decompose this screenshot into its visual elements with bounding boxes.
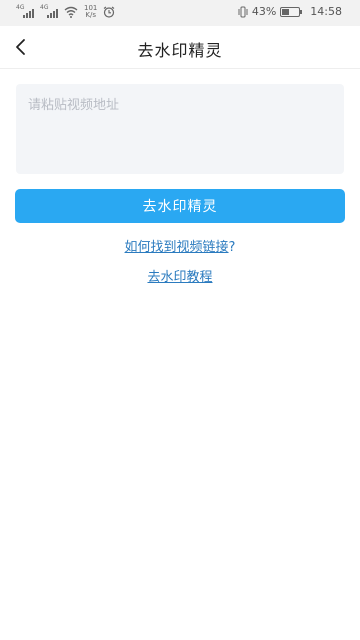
page-title: 去水印精灵 — [137, 41, 223, 60]
app-bar: 去水印精灵 — [0, 26, 360, 69]
battery-icon — [280, 6, 303, 17]
status-right: 43% 14:58 — [238, 5, 342, 18]
tutorial-link-row: 去水印教程 — [0, 266, 360, 285]
vibrate-icon — [238, 6, 248, 17]
status-left: 4G 4G 101 K/s — [16, 4, 115, 19]
alarm-icon — [104, 6, 115, 18]
signal-icon: 4G — [40, 4, 58, 18]
help-link-row: 如何找到视频链接? — [0, 236, 360, 255]
battery-level — [282, 8, 290, 15]
find-video-link[interactable]: 如何找到视频链接 — [125, 240, 229, 255]
video-url-input[interactable] — [16, 84, 344, 174]
clock-time: 14:58 — [310, 5, 342, 18]
help-question-mark: ? — [228, 240, 236, 255]
remove-watermark-button[interactable]: 去水印精灵 — [15, 189, 345, 223]
wifi-icon — [64, 6, 78, 18]
network-speed: 101 K/s — [84, 5, 97, 19]
status-bar: 4G 4G 101 K/s 43% 14:58 — [0, 0, 360, 26]
screen: 4G 4G 101 K/s 43% 14:58 去水印精灵 请粘贴视频地址 去水… — [0, 0, 360, 640]
speed-unit: K/s — [85, 11, 96, 19]
signal-icon: 4G — [16, 4, 34, 18]
battery-percent: 43% — [251, 5, 277, 18]
tutorial-link[interactable]: 去水印教程 — [147, 270, 212, 285]
